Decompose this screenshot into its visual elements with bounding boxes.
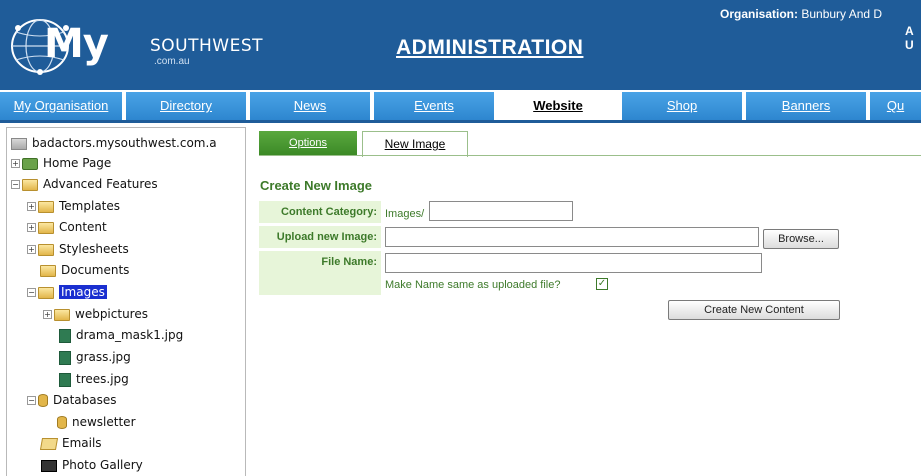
tree-item-photo-gallery[interactable]: Photo Gallery bbox=[41, 456, 143, 474]
tree-label: drama_mask1.jpg bbox=[76, 328, 184, 342]
tree-label-selected: Images bbox=[59, 285, 107, 299]
tree-label: Templates bbox=[59, 199, 121, 213]
tree-item-drama-mask[interactable]: drama_mask1.jpg bbox=[59, 326, 183, 344]
nav-tab-news[interactable]: News bbox=[250, 92, 372, 120]
same-name-checkbox[interactable]: ✓ bbox=[596, 278, 608, 290]
tree-item-emails[interactable]: Emails bbox=[39, 434, 102, 452]
minus-collapse-icon[interactable]: − bbox=[11, 180, 20, 189]
organisation-value: Bunbury And D bbox=[801, 7, 883, 21]
minus-collapse-icon[interactable]: − bbox=[27, 288, 36, 297]
tree-label: Databases bbox=[53, 393, 117, 407]
tree-item-advanced-features[interactable]: − Advanced Features bbox=[11, 175, 158, 193]
nav-tab-qu[interactable]: Qu bbox=[870, 92, 921, 120]
nav-tab-events[interactable]: Events bbox=[374, 92, 496, 120]
site-root-icon bbox=[11, 137, 27, 150]
upload-image-label: Upload new Image: bbox=[259, 226, 381, 248]
logo-word-southwest: SOUTHWEST bbox=[150, 36, 264, 56]
tree-label: Documents bbox=[61, 263, 130, 277]
same-name-checkbox-label: Make Name same as uploaded file? bbox=[385, 279, 561, 291]
label-column-filler bbox=[259, 273, 381, 295]
folder-open-icon bbox=[38, 286, 54, 299]
mysouthwest-logo[interactable]: My SOUTHWEST .com.au bbox=[8, 8, 263, 82]
create-new-content-button[interactable]: Create New Content bbox=[668, 300, 840, 320]
plus-expand-icon[interactable]: + bbox=[27, 245, 36, 254]
nav-tab-my-organisation[interactable]: My Organisation bbox=[0, 92, 124, 120]
tree-label: newsletter bbox=[72, 415, 136, 429]
tree-item-stylesheets[interactable]: + Stylesheets bbox=[27, 240, 129, 258]
folder-icon bbox=[22, 178, 38, 191]
tree-item-images[interactable]: − Images bbox=[27, 283, 107, 301]
tree-label: Photo Gallery bbox=[62, 458, 143, 472]
tree-root[interactable]: badactors.mysouthwest.com.a bbox=[11, 134, 217, 152]
database-icon bbox=[38, 394, 48, 407]
tree-label: Home Page bbox=[43, 156, 112, 170]
plus-expand-icon[interactable]: + bbox=[43, 310, 52, 319]
photo-gallery-icon bbox=[41, 459, 57, 472]
tree-item-newsletter[interactable]: newsletter bbox=[57, 413, 136, 431]
tree-item-content[interactable]: + Content bbox=[27, 218, 107, 236]
image-file-icon bbox=[59, 350, 71, 365]
header-bar: My SOUTHWEST .com.au ADMINISTRATION Orga… bbox=[0, 0, 921, 90]
organisation-label: Organisation: bbox=[720, 7, 799, 21]
folder-icon bbox=[54, 308, 70, 321]
file-name-input[interactable] bbox=[385, 253, 762, 273]
tree-item-templates[interactable]: + Templates bbox=[27, 197, 120, 215]
form-title: Create New Image bbox=[260, 178, 372, 193]
tab-divider bbox=[259, 155, 921, 156]
folder-icon bbox=[38, 221, 54, 234]
tree-item-home-page[interactable]: + Home Page bbox=[11, 154, 111, 172]
nav-divider bbox=[0, 120, 921, 123]
plus-expand-icon[interactable]: + bbox=[11, 159, 20, 168]
tree-label: Advanced Features bbox=[43, 177, 158, 191]
tab-options[interactable]: Options bbox=[259, 131, 357, 155]
upload-image-input[interactable] bbox=[385, 227, 759, 247]
header-info-line-a: A bbox=[905, 24, 914, 38]
tree-label: Content bbox=[59, 220, 107, 234]
nav-tab-directory[interactable]: Directory bbox=[126, 92, 248, 120]
tree-item-databases[interactable]: − Databases bbox=[27, 391, 117, 409]
tree-item-documents[interactable]: Documents bbox=[40, 261, 129, 279]
tree-label: trees.jpg bbox=[76, 372, 129, 386]
organisation-info: Organisation: Bunbury And D bbox=[720, 6, 921, 22]
site-tree-panel[interactable]: badactors.mysouthwest.com.a + Home Page −… bbox=[6, 127, 246, 476]
tree-item-trees[interactable]: trees.jpg bbox=[59, 370, 129, 388]
content-category-input[interactable] bbox=[429, 201, 573, 221]
content-category-prefix: Images/ bbox=[385, 208, 425, 220]
logo-word-my: My bbox=[44, 21, 109, 67]
browse-button[interactable]: Browse... bbox=[763, 229, 839, 249]
minus-collapse-icon[interactable]: − bbox=[27, 396, 36, 405]
nav-tab-shop[interactable]: Shop bbox=[622, 92, 744, 120]
logo-domain: .com.au bbox=[154, 56, 190, 67]
database-icon bbox=[57, 416, 67, 429]
tree-label: grass.jpg bbox=[76, 350, 131, 364]
plus-expand-icon[interactable]: + bbox=[27, 202, 36, 211]
tree-item-webpictures[interactable]: + webpictures bbox=[43, 305, 148, 323]
plus-expand-icon[interactable]: + bbox=[27, 223, 36, 232]
tab-new-image[interactable]: New Image bbox=[362, 131, 468, 157]
page-title[interactable]: ADMINISTRATION bbox=[396, 36, 583, 60]
tree-label: badactors.mysouthwest.com.a bbox=[32, 136, 217, 150]
folder-icon bbox=[40, 264, 56, 277]
main-nav: My Organisation Directory News Events We… bbox=[0, 90, 921, 120]
home-page-icon bbox=[22, 157, 38, 170]
tree-label: Emails bbox=[62, 436, 102, 450]
folder-icon bbox=[38, 243, 54, 256]
image-file-icon bbox=[59, 372, 71, 387]
tree-label: Stylesheets bbox=[59, 242, 129, 256]
file-name-label: File Name: bbox=[259, 251, 381, 273]
nav-tab-website[interactable]: Website bbox=[498, 92, 620, 120]
nav-tab-banners[interactable]: Banners bbox=[746, 92, 868, 120]
email-icon bbox=[39, 437, 59, 450]
tree-label: webpictures bbox=[75, 307, 148, 321]
tree-item-grass[interactable]: grass.jpg bbox=[59, 348, 131, 366]
folder-icon bbox=[38, 200, 54, 213]
header-info-line-b: U bbox=[905, 38, 914, 52]
image-file-icon bbox=[59, 328, 71, 343]
content-category-label: Content Category: bbox=[259, 201, 381, 223]
